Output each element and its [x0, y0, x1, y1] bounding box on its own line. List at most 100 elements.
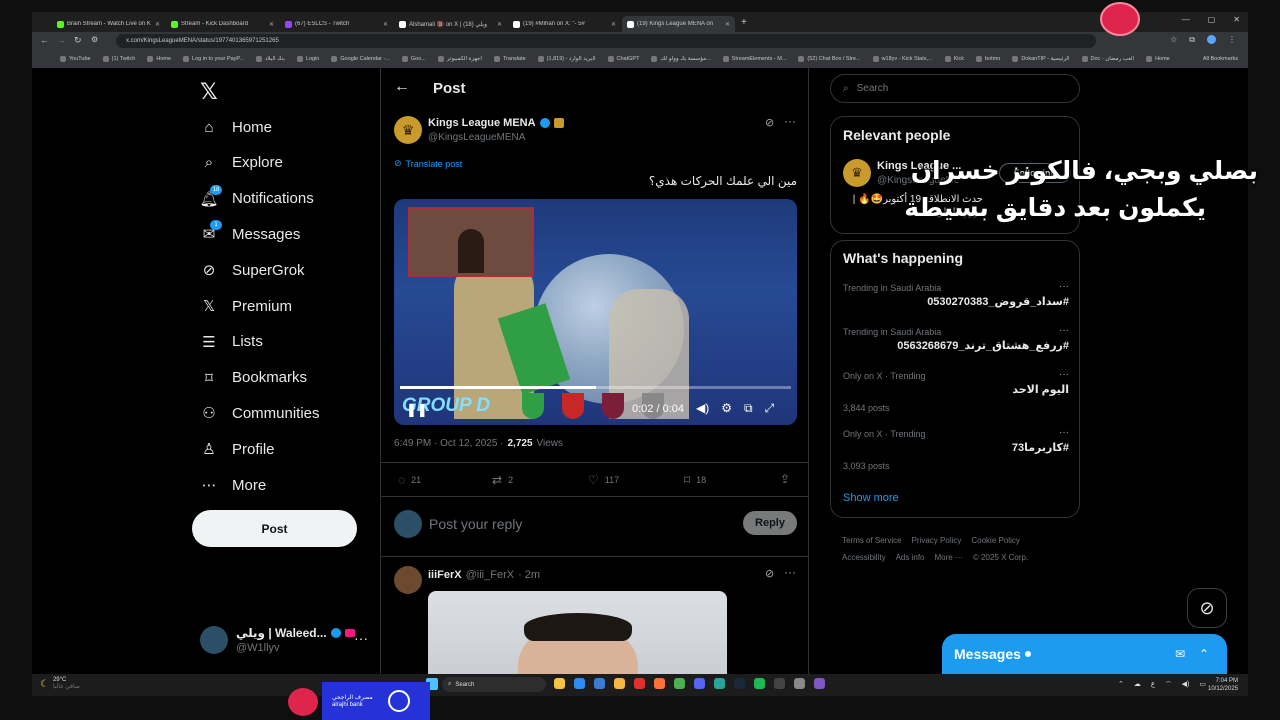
reply-action[interactable]: ◌ 21: [398, 473, 421, 487]
post-button[interactable]: Post: [192, 510, 357, 547]
forward-icon[interactable]: →: [57, 35, 66, 45]
nav-item-premium[interactable]: 𝕏 Premium: [200, 297, 292, 316]
more-icon[interactable]: ···: [784, 565, 796, 579]
tweet-author-name[interactable]: Kings League MENA: [428, 117, 536, 129]
bookmark-item[interactable]: Kick: [944, 56, 964, 62]
taskbar-app-icon[interactable]: [714, 678, 725, 689]
tweet-author-handle[interactable]: @KingsLeagueMENA: [428, 132, 525, 143]
bookmark-item[interactable]: w18yv - Kick Stats,...: [872, 56, 933, 62]
search-box[interactable]: ⌕ Search: [830, 74, 1080, 103]
bookmark-item[interactable]: DokanTIP - الرئيسية: [1012, 56, 1070, 62]
bookmark-item[interactable]: (52) Chat Box / Stre...: [798, 56, 861, 62]
close-tab-icon[interactable]: ✕: [269, 21, 274, 28]
more-icon[interactable]: ···: [1059, 325, 1069, 336]
bookmark-item[interactable]: Home: [147, 56, 171, 62]
close-tab-icon[interactable]: ✕: [155, 21, 160, 28]
taskbar-spotify-icon[interactable]: [754, 678, 765, 689]
nav-item-communities[interactable]: ⚇ Communities: [200, 404, 319, 423]
weather-widget[interactable]: ☾ 29°C صافي غالبا: [40, 677, 80, 691]
browser-tab[interactable]: (67) ESLCS - Twitch ✕: [280, 16, 393, 32]
settings-gear-icon[interactable]: ⚙: [721, 401, 732, 416]
clock-date[interactable]: 10/12/2025: [1208, 685, 1238, 693]
show-more-link[interactable]: Show more: [843, 492, 899, 504]
bookmark-item[interactable]: botmo: [976, 56, 1000, 62]
bookmark-item[interactable]: ChatGPT: [607, 56, 639, 62]
taskbar-search[interactable]: ⌕ Search: [442, 677, 546, 692]
reply-button[interactable]: Reply: [743, 511, 797, 535]
fullscreen-icon[interactable]: ⤢: [765, 401, 775, 416]
browser-tab[interactable]: Brain Stream - Watch Live on K ✕: [52, 16, 165, 32]
close-tab-icon[interactable]: ✕: [725, 21, 730, 28]
new-message-icon[interactable]: ✉: [1175, 647, 1185, 661]
new-tab-button[interactable]: +: [741, 17, 747, 28]
nav-item-more[interactable]: ⋯ More: [200, 476, 267, 495]
nav-item-home[interactable]: ⌂ Home: [200, 118, 272, 136]
account-switcher[interactable]: ويلي | Waleed... @W1llyv ···: [200, 624, 380, 658]
bookmark-item[interactable]: (1) Twitch: [102, 56, 135, 62]
more-icon[interactable]: ···: [354, 630, 368, 646]
nav-item-supergrok[interactable]: ⊘ SuperGrok: [200, 261, 305, 280]
star-icon[interactable]: ☆: [1170, 35, 1177, 45]
taskbar-discord-icon[interactable]: [694, 678, 705, 689]
taskbar-app-icon[interactable]: [814, 678, 825, 689]
minimize-icon[interactable]: —: [1182, 15, 1190, 24]
more-icon[interactable]: ···: [1059, 427, 1069, 438]
browser-tab[interactable]: Stream - Kick Dashboard ✕: [166, 16, 279, 32]
more-icon[interactable]: ···: [1059, 281, 1069, 292]
footer-link[interactable]: Ads info: [896, 549, 925, 566]
browser-tab[interactable]: (19) #Mihan on X: "- 5# ✕: [508, 16, 621, 32]
taskbar-firefox-icon[interactable]: [654, 678, 665, 689]
bookmark-item[interactable]: Login: [296, 56, 319, 62]
close-tab-icon[interactable]: ✕: [611, 21, 616, 28]
footer-link[interactable]: Cookie Policy: [971, 532, 1019, 549]
tweet-avatar[interactable]: ♛: [394, 116, 422, 144]
footer-link[interactable]: Accessibility: [842, 549, 886, 566]
messages-dock[interactable]: Messages ✉ ⌃: [942, 634, 1227, 674]
trend-item[interactable]: Trending in Saudi Arabia #ررفع_هشتاق_ترند…: [843, 325, 1069, 352]
extensions-icon[interactable]: ⧉: [1189, 35, 1195, 45]
browser-tab[interactable]: (19) Kings League MENA on ✕: [622, 16, 735, 32]
bookmark-item[interactable]: YouTube: [60, 56, 91, 62]
profile-avatar-icon[interactable]: [1207, 35, 1216, 44]
pause-icon[interactable]: ❚❚: [406, 402, 428, 418]
cloud-icon[interactable]: ☁: [1134, 680, 1141, 689]
bookmark-item[interactable]: Goo...: [401, 56, 426, 62]
url-field[interactable]: x.com/KingsLeagueMENA/status/19774013659…: [116, 34, 1096, 48]
footer-link[interactable]: Terms of Service: [842, 532, 902, 549]
taskbar-steam-icon[interactable]: [734, 678, 745, 689]
bookmark-item[interactable]: أجهزة الكمبيوتر: [437, 56, 482, 62]
bookmark-item[interactable]: (1,819) - البريد الوارد: [537, 56, 596, 62]
close-window-icon[interactable]: ✕: [1233, 15, 1240, 24]
reply-media-image[interactable]: [428, 591, 727, 674]
expand-icon[interactable]: ⌃: [1199, 647, 1209, 661]
nav-item-bookmarks[interactable]: ⌑ Bookmarks: [200, 369, 307, 387]
taskbar-folder-icon[interactable]: [614, 678, 625, 689]
back-arrow-icon[interactable]: ←: [394, 78, 410, 96]
bookmark-item[interactable]: Translate: [493, 56, 526, 62]
footer-link[interactable]: Privacy Policy: [912, 532, 962, 549]
site-info-icon[interactable]: ⚙: [91, 35, 98, 44]
repost-action[interactable]: ⇄ 2: [492, 473, 513, 487]
battery-icon[interactable]: ▭: [1199, 680, 1206, 689]
like-action[interactable]: ♡ 117: [588, 473, 619, 487]
reply-author-name[interactable]: iiiFerX: [428, 569, 462, 581]
taskbar-opera-icon[interactable]: [634, 678, 645, 689]
close-tab-icon[interactable]: ✕: [497, 21, 502, 28]
reply-input[interactable]: Post your reply: [429, 516, 522, 532]
all-bookmarks-button[interactable]: All Bookmarks: [1203, 56, 1238, 62]
reload-icon[interactable]: ↻: [74, 35, 82, 46]
taskbar-edge-icon[interactable]: [574, 678, 585, 689]
bookmark-item[interactable]: مؤسسة بك وولو للتـ...: [651, 56, 711, 62]
footer-link[interactable]: More ···: [934, 549, 962, 566]
video-player[interactable]: GROUP D ❚❚ 0:02 / 0:04 ◀) ⚙ ⧉ ⤢: [394, 199, 797, 425]
translate-link[interactable]: Translate post: [406, 159, 463, 169]
browser-tab[interactable]: Alshamali 🔞 on X | ويلي (18) ✕: [394, 16, 507, 32]
taskbar-app-icon[interactable]: [794, 678, 805, 689]
taskbar-store-icon[interactable]: [594, 678, 605, 689]
language-indicator[interactable]: ع: [1151, 680, 1155, 689]
nav-item-lists[interactable]: ☰ Lists: [200, 333, 263, 351]
grok-icon[interactable]: ⊘: [765, 567, 774, 580]
grok-icon[interactable]: ⊘: [765, 116, 774, 129]
volume-icon[interactable]: ◀): [696, 401, 709, 416]
trend-item[interactable]: Trending in Saudi Arabia #سداد_قروض_05302…: [843, 281, 1069, 308]
